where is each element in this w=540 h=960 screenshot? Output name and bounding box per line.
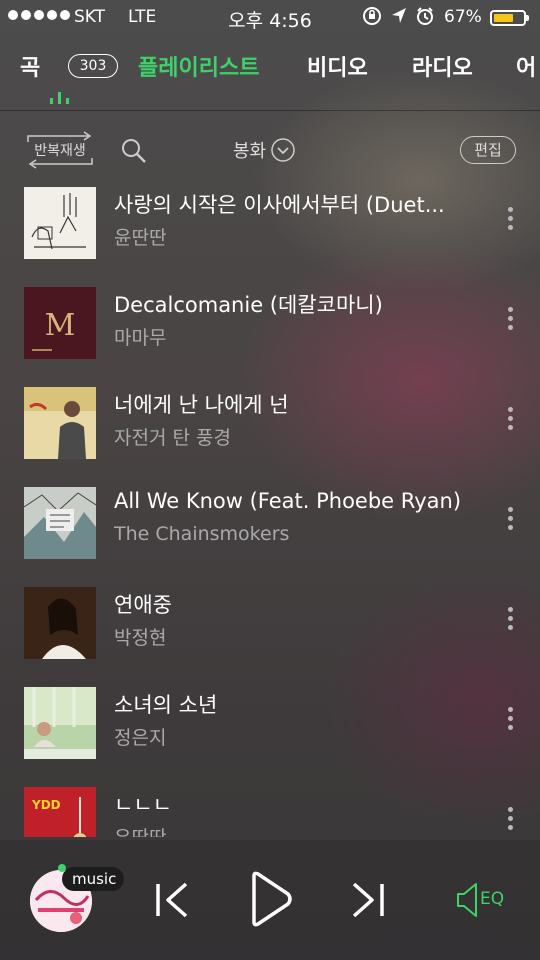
song-title: Decalcomanie (데칼코마니) xyxy=(114,293,383,317)
eq-button[interactable]: EQ xyxy=(454,880,514,920)
tabs-divider xyxy=(0,110,540,111)
previous-icon xyxy=(156,882,188,918)
more-options-button[interactable] xyxy=(500,307,520,337)
search-button[interactable] xyxy=(120,137,148,169)
song-title: 너에게 난 나에게 넌 xyxy=(114,393,289,417)
repeat-label: 반복재생 xyxy=(34,143,86,159)
song-artist: The Chainsmokers xyxy=(114,523,290,545)
more-options-button[interactable] xyxy=(500,707,520,737)
album-art xyxy=(24,687,96,759)
location-icon xyxy=(390,6,408,30)
song-row[interactable]: M Decalcomanie (데칼코마니) 마마무 xyxy=(0,285,540,385)
previous-button[interactable] xyxy=(154,880,190,924)
more-options-button[interactable] xyxy=(500,607,520,637)
more-options-button[interactable] xyxy=(500,507,520,537)
search-icon xyxy=(122,139,146,163)
song-title: ㄴㄴㄴ xyxy=(114,793,172,817)
song-list: 사랑의 시작은 이사에서부터 (Duet... 윤딴딴 M Decalcoman… xyxy=(0,185,540,837)
mini-player: music EQ xyxy=(0,840,540,960)
svg-text:YDD: YDD xyxy=(31,798,61,812)
sort-label: 봉화 xyxy=(233,141,267,162)
sort-dropdown[interactable]: 봉화 xyxy=(233,137,296,163)
now-playing-bars-icon xyxy=(50,92,69,104)
song-title: 연애중 xyxy=(114,593,172,617)
song-artist: 윤딴딴 xyxy=(114,227,167,249)
song-title: 소녀의 소년 xyxy=(114,693,218,717)
album-art xyxy=(24,487,96,559)
next-button[interactable] xyxy=(350,880,386,924)
alarm-icon xyxy=(415,6,435,30)
tab-playlist[interactable]: 플레이리스트 xyxy=(138,50,259,82)
album-art xyxy=(24,387,96,459)
song-artist: 마마무 xyxy=(114,327,167,349)
next-icon xyxy=(352,882,384,918)
tab-radio[interactable]: 라디오 xyxy=(412,50,473,82)
more-options-button[interactable] xyxy=(500,807,520,837)
eq-label: EQ xyxy=(480,889,505,909)
svg-text:M: M xyxy=(45,308,76,343)
song-row[interactable]: 소녀의 소년 정은지 xyxy=(0,685,540,785)
tab-songs[interactable]: 곡 303 xyxy=(20,50,118,82)
song-artist: 유딴딴 xyxy=(114,823,484,837)
song-artist: 정은지 xyxy=(114,727,167,749)
song-row[interactable]: YDD ㄴㄴㄴ 유딴딴 xyxy=(0,785,540,837)
more-options-button[interactable] xyxy=(500,207,520,237)
song-count-badge: 303 xyxy=(68,54,118,78)
category-tabs: 곡 303 플레이리스트 비디오 라디오 어 xyxy=(0,48,540,110)
tab-more[interactable]: 어 xyxy=(516,50,536,82)
album-art xyxy=(24,587,96,659)
album-art: YDD xyxy=(24,787,96,837)
album-art xyxy=(24,187,96,259)
edit-button[interactable]: 편집 xyxy=(460,136,516,164)
song-artist: 박정현 xyxy=(114,627,167,649)
song-title: All We Know (Feat. Phoebe Ryan) xyxy=(114,489,462,513)
battery-icon xyxy=(490,10,529,26)
song-artist: 자전거 탄 풍경 xyxy=(114,427,231,449)
music-badge: music xyxy=(62,867,125,891)
song-row[interactable]: 연애중 박정현 xyxy=(0,585,540,685)
tab-video[interactable]: 비디오 xyxy=(307,50,368,82)
more-options-button[interactable] xyxy=(500,407,520,437)
album-art: M xyxy=(24,287,96,359)
repeat-button[interactable]: 반복재생 xyxy=(24,130,96,170)
song-title: 사랑의 시작은 이사에서부터 (Duet... xyxy=(114,193,445,217)
status-bar: SKT LTE 오후 4:56 67% xyxy=(0,0,540,40)
play-icon xyxy=(252,871,292,927)
play-button[interactable] xyxy=(248,870,294,932)
rotation-lock-icon xyxy=(362,6,382,30)
chevron-down-icon xyxy=(271,138,295,162)
song-row[interactable]: All We Know (Feat. Phoebe Ryan) The Chai… xyxy=(0,485,540,585)
battery-percent: 67% xyxy=(444,7,482,27)
tab-songs-label: 곡 xyxy=(20,56,41,81)
song-row[interactable]: 너에게 난 나에게 넌 자전거 탄 풍경 xyxy=(0,385,540,485)
song-row[interactable]: 사랑의 시작은 이사에서부터 (Duet... 윤딴딴 xyxy=(0,185,540,285)
